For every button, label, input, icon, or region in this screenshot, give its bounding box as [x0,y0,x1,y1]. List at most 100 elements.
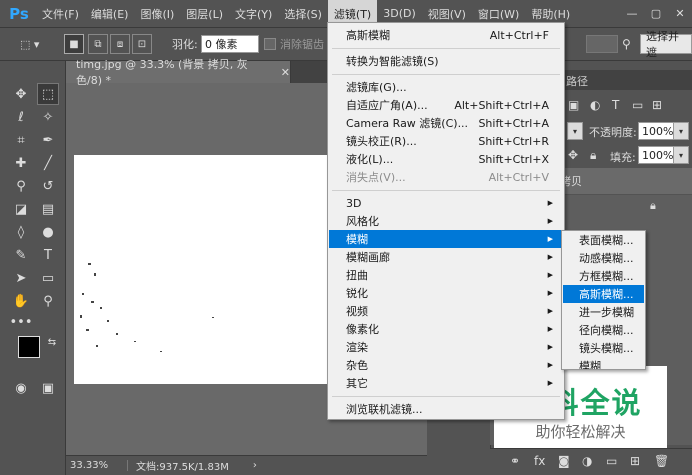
menu-item-blur[interactable]: 模糊 ▶ [329,230,563,248]
submenu-item-motion-blur[interactable]: 动感模糊... [563,249,644,267]
menu-item-browse-online[interactable]: 浏览联机滤镜... [329,400,563,418]
menu-item-render[interactable]: 渲染 ▶ [329,338,563,356]
move-tool-icon[interactable]: ✥ [10,83,32,105]
group-layers-icon[interactable]: ▭ [606,454,617,468]
paths-tab[interactable]: 路径 [566,73,588,89]
menu-item-other[interactable]: 其它 ▶ [329,374,563,392]
opacity-input[interactable]: 100% [638,122,674,140]
menu-type[interactable]: 文字(Y) [229,0,278,27]
link-layers-icon[interactable]: ⚭ [510,454,520,468]
pen-tool-icon[interactable]: ✎ [10,244,32,266]
menu-layer[interactable]: 图层(L) [180,0,229,27]
crop-tool-icon[interactable]: ⌗ [10,129,32,151]
submenu-item-blur-more[interactable]: 进一步模糊 [563,303,644,321]
healing-brush-icon[interactable]: ✚ [10,152,32,174]
feather-input[interactable] [201,35,259,53]
filter-shape-icon[interactable]: ▭ [632,98,643,112]
menu-edit[interactable]: 编辑(E) [85,0,135,27]
submenu-item-gaussian-blur[interactable]: 高斯模糊... [563,285,644,303]
menu-item-adaptive-wide-angle[interactable]: 自适应广角(A)... Alt+Shift+Ctrl+A [329,96,563,114]
document-tab[interactable]: timg.jpg @ 33.3% (背景 拷贝, 灰色/8) * ✕ [66,58,291,87]
menu-image[interactable]: 图像(I) [134,0,180,27]
status-arrow-icon[interactable]: › [253,460,257,471]
marquee-tool-icon[interactable]: ⬚ [37,83,59,105]
brush-tool-icon[interactable]: ╱ [37,152,59,174]
menu-item-video[interactable]: 视频 ▶ [329,302,563,320]
delete-layer-icon[interactable]: 🗑︎ [654,454,669,468]
menu-item-sharpen[interactable]: 锐化 ▶ [329,284,563,302]
document-info[interactable]: 文档:937.5K/1.83M [136,458,229,473]
menu-item-gaussian-blur-last[interactable]: 高斯模糊 Alt+Ctrl+F [329,26,563,44]
menu-item-camera-raw[interactable]: Camera Raw 滤镜(C)... Shift+Ctrl+A [329,114,563,132]
menu-item-noise[interactable]: 杂色 ▶ [329,356,563,374]
magic-wand-icon[interactable]: ✧ [37,106,59,128]
fill-input[interactable]: 100% [638,146,674,164]
submenu-item-surface-blur[interactable]: 表面模糊... [563,231,644,249]
eraser-icon[interactable]: ◪ [10,198,32,220]
menu-item-liquify[interactable]: 液化(L)... Shift+Ctrl+X [329,150,563,168]
new-selection-icon[interactable]: ■ [64,34,84,54]
submenu-item-radial-blur[interactable]: 径向模糊... [563,321,644,339]
height-field[interactable] [586,35,618,53]
menu-select[interactable]: 选择(S) [278,0,328,27]
intersect-selection-icon[interactable]: ⊡ [132,34,152,54]
menu-item-convert-smart-filter[interactable]: 转换为智能滤镜(S) [329,52,563,70]
close-button[interactable]: ✕ [668,0,692,27]
lasso-tool-icon[interactable]: ℓ [10,106,32,128]
search-icon[interactable]: ⚲ [622,34,631,54]
submenu-item-box-blur[interactable]: 方框模糊... [563,267,644,285]
quick-mask-icon[interactable]: ◉ [10,377,32,399]
filter-adjust-icon[interactable]: ◐ [590,98,600,112]
menu-item-stylize[interactable]: 风格化 ▶ [329,212,563,230]
add-selection-icon[interactable]: ⧉ [88,34,108,54]
submenu-item-blur[interactable]: 模糊 [563,357,644,369]
new-layer-icon[interactable]: ⊞ [630,454,640,468]
menu-item-3d[interactable]: 3D ▶ [329,194,563,212]
menu-file[interactable]: 文件(F) [36,0,85,27]
filter-pixel-icon[interactable]: ▣ [568,98,579,112]
clone-stamp-icon[interactable]: ⚲ [10,175,32,197]
shape-tool-icon[interactable]: ▭ [37,267,59,289]
menu-item-lens-correction[interactable]: 镜头校正(R)... Shift+Ctrl+R [329,132,563,150]
eyedropper-icon[interactable]: ✒ [37,129,59,151]
lock-all-icon[interactable]: 🔒︎ [590,148,596,163]
adjustment-layer-icon[interactable]: ◑ [582,454,592,468]
close-tab-icon[interactable]: ✕ [281,66,290,79]
path-select-icon[interactable]: ➤ [10,267,32,289]
layer-mask-icon[interactable]: ◙ [558,454,570,468]
blend-mode-dropdown[interactable]: ▾ [567,122,583,140]
menu-item-blur-gallery[interactable]: 模糊画廊 ▶ [329,248,563,266]
submenu-arrow-icon: ▶ [547,271,553,279]
subtract-selection-icon[interactable]: ⧈ [110,34,130,54]
type-tool-icon[interactable]: T [37,244,59,266]
select-and-mask-button[interactable]: 选择并遮 [640,30,692,59]
zoom-tool-icon[interactable]: ⚲ [37,290,59,312]
more-tools-icon[interactable]: ••• [10,311,33,333]
antialias-label: 消除锯齿 [280,38,324,51]
photoshop-logo: Ps [9,4,29,23]
zoom-level[interactable]: 33.33% [70,460,128,471]
gradient-icon[interactable]: ▤ [37,198,59,220]
menu-item-filter-gallery[interactable]: 滤镜库(G)... [329,78,563,96]
opacity-dropdown-icon[interactable]: ▾ [673,122,689,140]
lock-position-icon[interactable]: ✥ [568,148,578,162]
fill-dropdown-icon[interactable]: ▾ [673,146,689,164]
antialias-checkbox[interactable] [264,38,276,50]
marquee-preset-icon[interactable]: ⬚ ▾ [20,34,39,54]
screen-mode-icon[interactable]: ▣ [37,377,59,399]
filter-type-icon[interactable]: T [612,98,619,112]
history-brush-icon[interactable]: ↺ [37,175,59,197]
image-canvas[interactable] [74,155,332,384]
dodge-tool-icon[interactable]: ● [37,221,59,243]
minimize-button[interactable]: — [620,0,644,27]
restore-button[interactable]: ▢ [644,0,668,27]
menu-item-pixelate[interactable]: 像素化 ▶ [329,320,563,338]
hand-tool-icon[interactable]: ✋ [10,290,32,312]
blur-tool-icon[interactable]: ◊ [10,221,32,243]
submenu-item-lens-blur[interactable]: 镜头模糊... [563,339,644,357]
layer-style-icon[interactable]: fx [534,454,545,468]
filter-smart-icon[interactable]: ⊞ [652,98,662,112]
swap-colors-icon[interactable]: ⇆ [41,331,63,353]
menu-item-distort[interactable]: 扭曲 ▶ [329,266,563,284]
foreground-color-swatch[interactable] [18,336,40,358]
